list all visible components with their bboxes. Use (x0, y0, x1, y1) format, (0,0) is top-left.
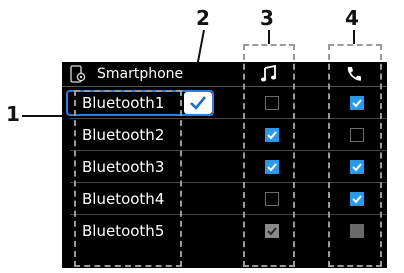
callout-region-device-names (74, 90, 182, 267)
callout-2: 2 (196, 6, 210, 30)
callout-4: 4 (345, 6, 359, 30)
phone-settings-icon (70, 65, 86, 83)
header-title: Smartphone (97, 66, 184, 82)
selected-checkmark[interactable] (184, 92, 212, 114)
callout-1: 1 (6, 102, 20, 126)
leader-line-4 (353, 30, 355, 44)
leader-line-3 (268, 30, 270, 44)
callout-region-music (243, 44, 295, 267)
callout-3: 3 (260, 6, 274, 30)
callout-region-call (328, 44, 382, 267)
